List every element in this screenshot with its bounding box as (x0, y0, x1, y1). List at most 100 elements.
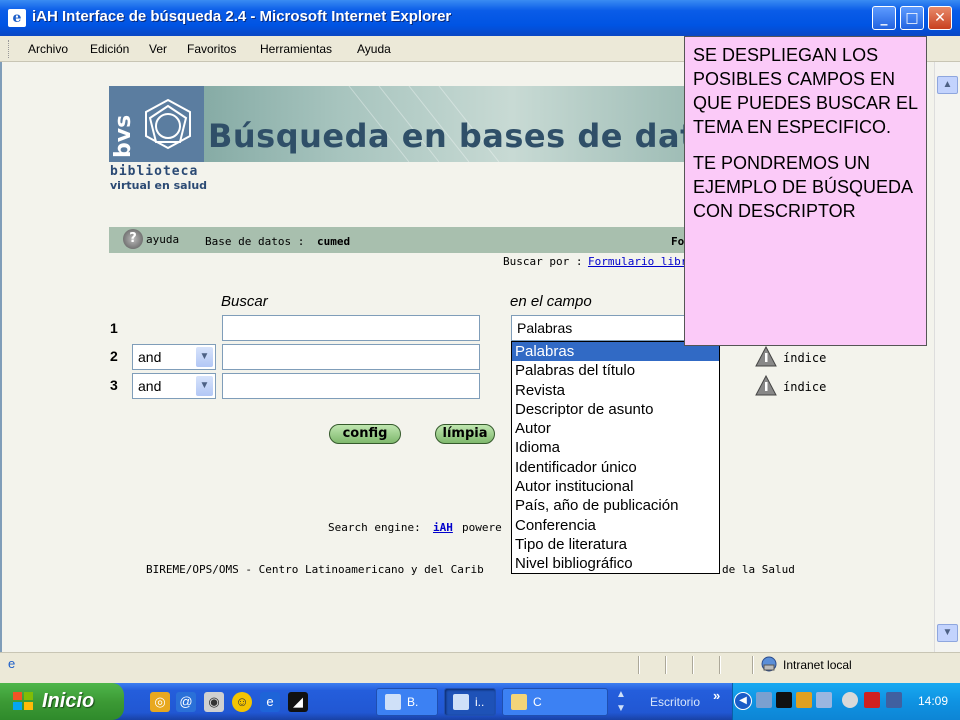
bireme-credit-right: de la Salud (722, 563, 795, 576)
quicklaunch-icon[interactable]: @ (176, 692, 196, 712)
dropdown-option[interactable]: Conferencia (512, 516, 719, 535)
dropdown-option[interactable]: Idioma (512, 438, 719, 457)
menu-ayuda[interactable]: Ayuda (357, 42, 391, 56)
tray-icon[interactable] (842, 692, 858, 708)
close-button[interactable]: ✕ (928, 6, 952, 30)
taskbar-item-label: B. (407, 695, 419, 709)
quicklaunch-icon[interactable]: ☺ (232, 692, 252, 712)
search-input-2[interactable] (222, 344, 480, 370)
window-title: iAH Interface de búsqueda 2.4 - Microsof… (32, 8, 452, 25)
menu-edicion[interactable]: Edición (90, 42, 129, 56)
bireme-credit-left: BIREME/OPS/OMS - Centro Latinoamericano … (146, 563, 484, 576)
field-dropdown-list[interactable]: Palabras Palabras del título Revista Des… (511, 341, 720, 574)
toolbar-chevron-icon[interactable]: » (713, 688, 720, 703)
menu-ver[interactable]: Ver (149, 42, 167, 56)
start-button[interactable]: Inicio (0, 683, 124, 720)
dropdown-option[interactable]: Autor (512, 419, 719, 438)
status-divider (665, 656, 667, 674)
search-input-1[interactable] (222, 315, 480, 341)
taskbar-item-active[interactable]: i.. (444, 688, 496, 716)
menu-favoritos[interactable]: Favoritos (187, 42, 236, 56)
index-link-2[interactable]: índice (783, 351, 826, 365)
ie-icon[interactable]: e (260, 692, 280, 712)
dropdown-option[interactable]: Nivel bibliográfico (512, 554, 719, 573)
minimize-button[interactable]: _ (872, 6, 896, 30)
dropdown-option[interactable]: Descriptor de asunto (512, 400, 719, 419)
status-bar: e Intranet local (0, 652, 960, 676)
banner-title: Búsqueda en bases de datos (208, 117, 738, 155)
chevron-down-icon[interactable]: ▼ (196, 376, 213, 396)
status-divider (638, 656, 640, 674)
dropdown-option[interactable]: País, año de publicación (512, 496, 719, 515)
info-icon[interactable] (755, 346, 777, 368)
taskbar-item-label: i.. (475, 695, 485, 709)
clear-button[interactable]: límpia (435, 424, 495, 444)
toolbar-grip (8, 40, 11, 58)
help-link[interactable]: ayuda (146, 233, 179, 246)
dropdown-option[interactable]: Identificador único (512, 458, 719, 477)
field-select-1-value: Palabras (517, 320, 573, 336)
search-by-label: Buscar por : (503, 255, 583, 268)
security-zone-label: Intranet local (783, 658, 852, 672)
title-bar: e iAH Interface de búsqueda 2.4 - Micros… (0, 0, 960, 36)
status-divider (752, 656, 754, 674)
dropdown-option[interactable]: Revista (512, 381, 719, 400)
config-button[interactable]: config (329, 424, 401, 444)
help-icon[interactable]: ? (123, 229, 143, 249)
callout-paragraph-2: TE PONDREMOS UN EJEMPLO DE BÚSQUEDA CON … (693, 153, 913, 221)
library-subtitle: virtual en salud (110, 179, 208, 192)
dropdown-option[interactable]: Autor institucional (512, 477, 719, 496)
search-input-3[interactable] (222, 373, 480, 399)
scroll-up-icon[interactable]: ▲ (937, 76, 958, 94)
scroll-down-icon[interactable]: ▼ (937, 624, 958, 642)
start-label: Inicio (42, 690, 95, 712)
quicklaunch-icon[interactable]: ◉ (204, 692, 224, 712)
database-label: Base de datos : (205, 235, 305, 248)
row-number-2: 2 (110, 348, 118, 364)
tray-icon[interactable] (776, 692, 792, 708)
menu-archivo[interactable]: Archivo (28, 42, 68, 56)
row-number-1: 1 (110, 320, 118, 336)
tray-expand-icon[interactable]: ◀ (734, 692, 752, 710)
intranet-zone-icon (761, 656, 777, 672)
desktop-toolbar-label[interactable]: Escritorio (650, 695, 700, 709)
info-bar (109, 227, 685, 253)
logo-text: bvs (111, 114, 136, 158)
menu-herramientas[interactable]: Herramientas (260, 42, 332, 56)
quicklaunch-icon[interactable]: ◎ (150, 692, 170, 712)
folder-icon (511, 694, 527, 710)
info-icon[interactable] (755, 375, 777, 397)
index-link-3[interactable]: índice (783, 380, 826, 394)
tray-icon[interactable] (816, 692, 832, 708)
quicklaunch-icon[interactable]: ◢ (288, 692, 308, 712)
search-engine-label: Search engine: (328, 521, 421, 534)
chevron-down-icon[interactable]: ▼ (196, 347, 213, 367)
iah-link[interactable]: iAH (433, 521, 453, 534)
callout-paragraph-1: SE DESPLIEGAN LOS POSIBLES CAMPOS EN QUE… (693, 45, 918, 137)
maximize-button[interactable]: □ (900, 6, 924, 30)
dropdown-option[interactable]: Tipo de literatura (512, 535, 719, 554)
tray-icon[interactable] (886, 692, 902, 708)
taskbar-item[interactable]: C (502, 688, 608, 716)
row-number-3: 3 (110, 377, 118, 393)
clock: 14:09 (917, 694, 948, 708)
app-icon (385, 694, 401, 710)
taskbar-item[interactable]: B. (376, 688, 438, 716)
tray-icon[interactable] (796, 692, 812, 708)
operator-select-3-value: and (138, 378, 162, 394)
operator-select-2[interactable]: and ▼ (132, 344, 216, 370)
tray-icon[interactable] (756, 692, 772, 708)
vertical-scrollbar[interactable]: ▲ ▼ (934, 62, 960, 652)
free-form-link[interactable]: Formulario libr (588, 255, 687, 268)
operator-select-3[interactable]: and ▼ (132, 373, 216, 399)
tray-icon[interactable] (864, 692, 880, 708)
powered-text: powere (462, 521, 502, 534)
annotation-callout: SE DESPLIEGAN LOS POSIBLES CAMPOS EN QUE… (684, 36, 927, 346)
library-name: biblioteca (110, 164, 199, 179)
status-divider (719, 656, 721, 674)
windows-logo-icon (13, 692, 33, 710)
dropdown-option[interactable]: Palabras del título (512, 361, 719, 380)
operator-select-2-value: and (138, 349, 162, 365)
taskbar-scroll-arrows-icon[interactable]: ▲ ▼ (614, 688, 628, 716)
ie-icon (453, 694, 469, 710)
